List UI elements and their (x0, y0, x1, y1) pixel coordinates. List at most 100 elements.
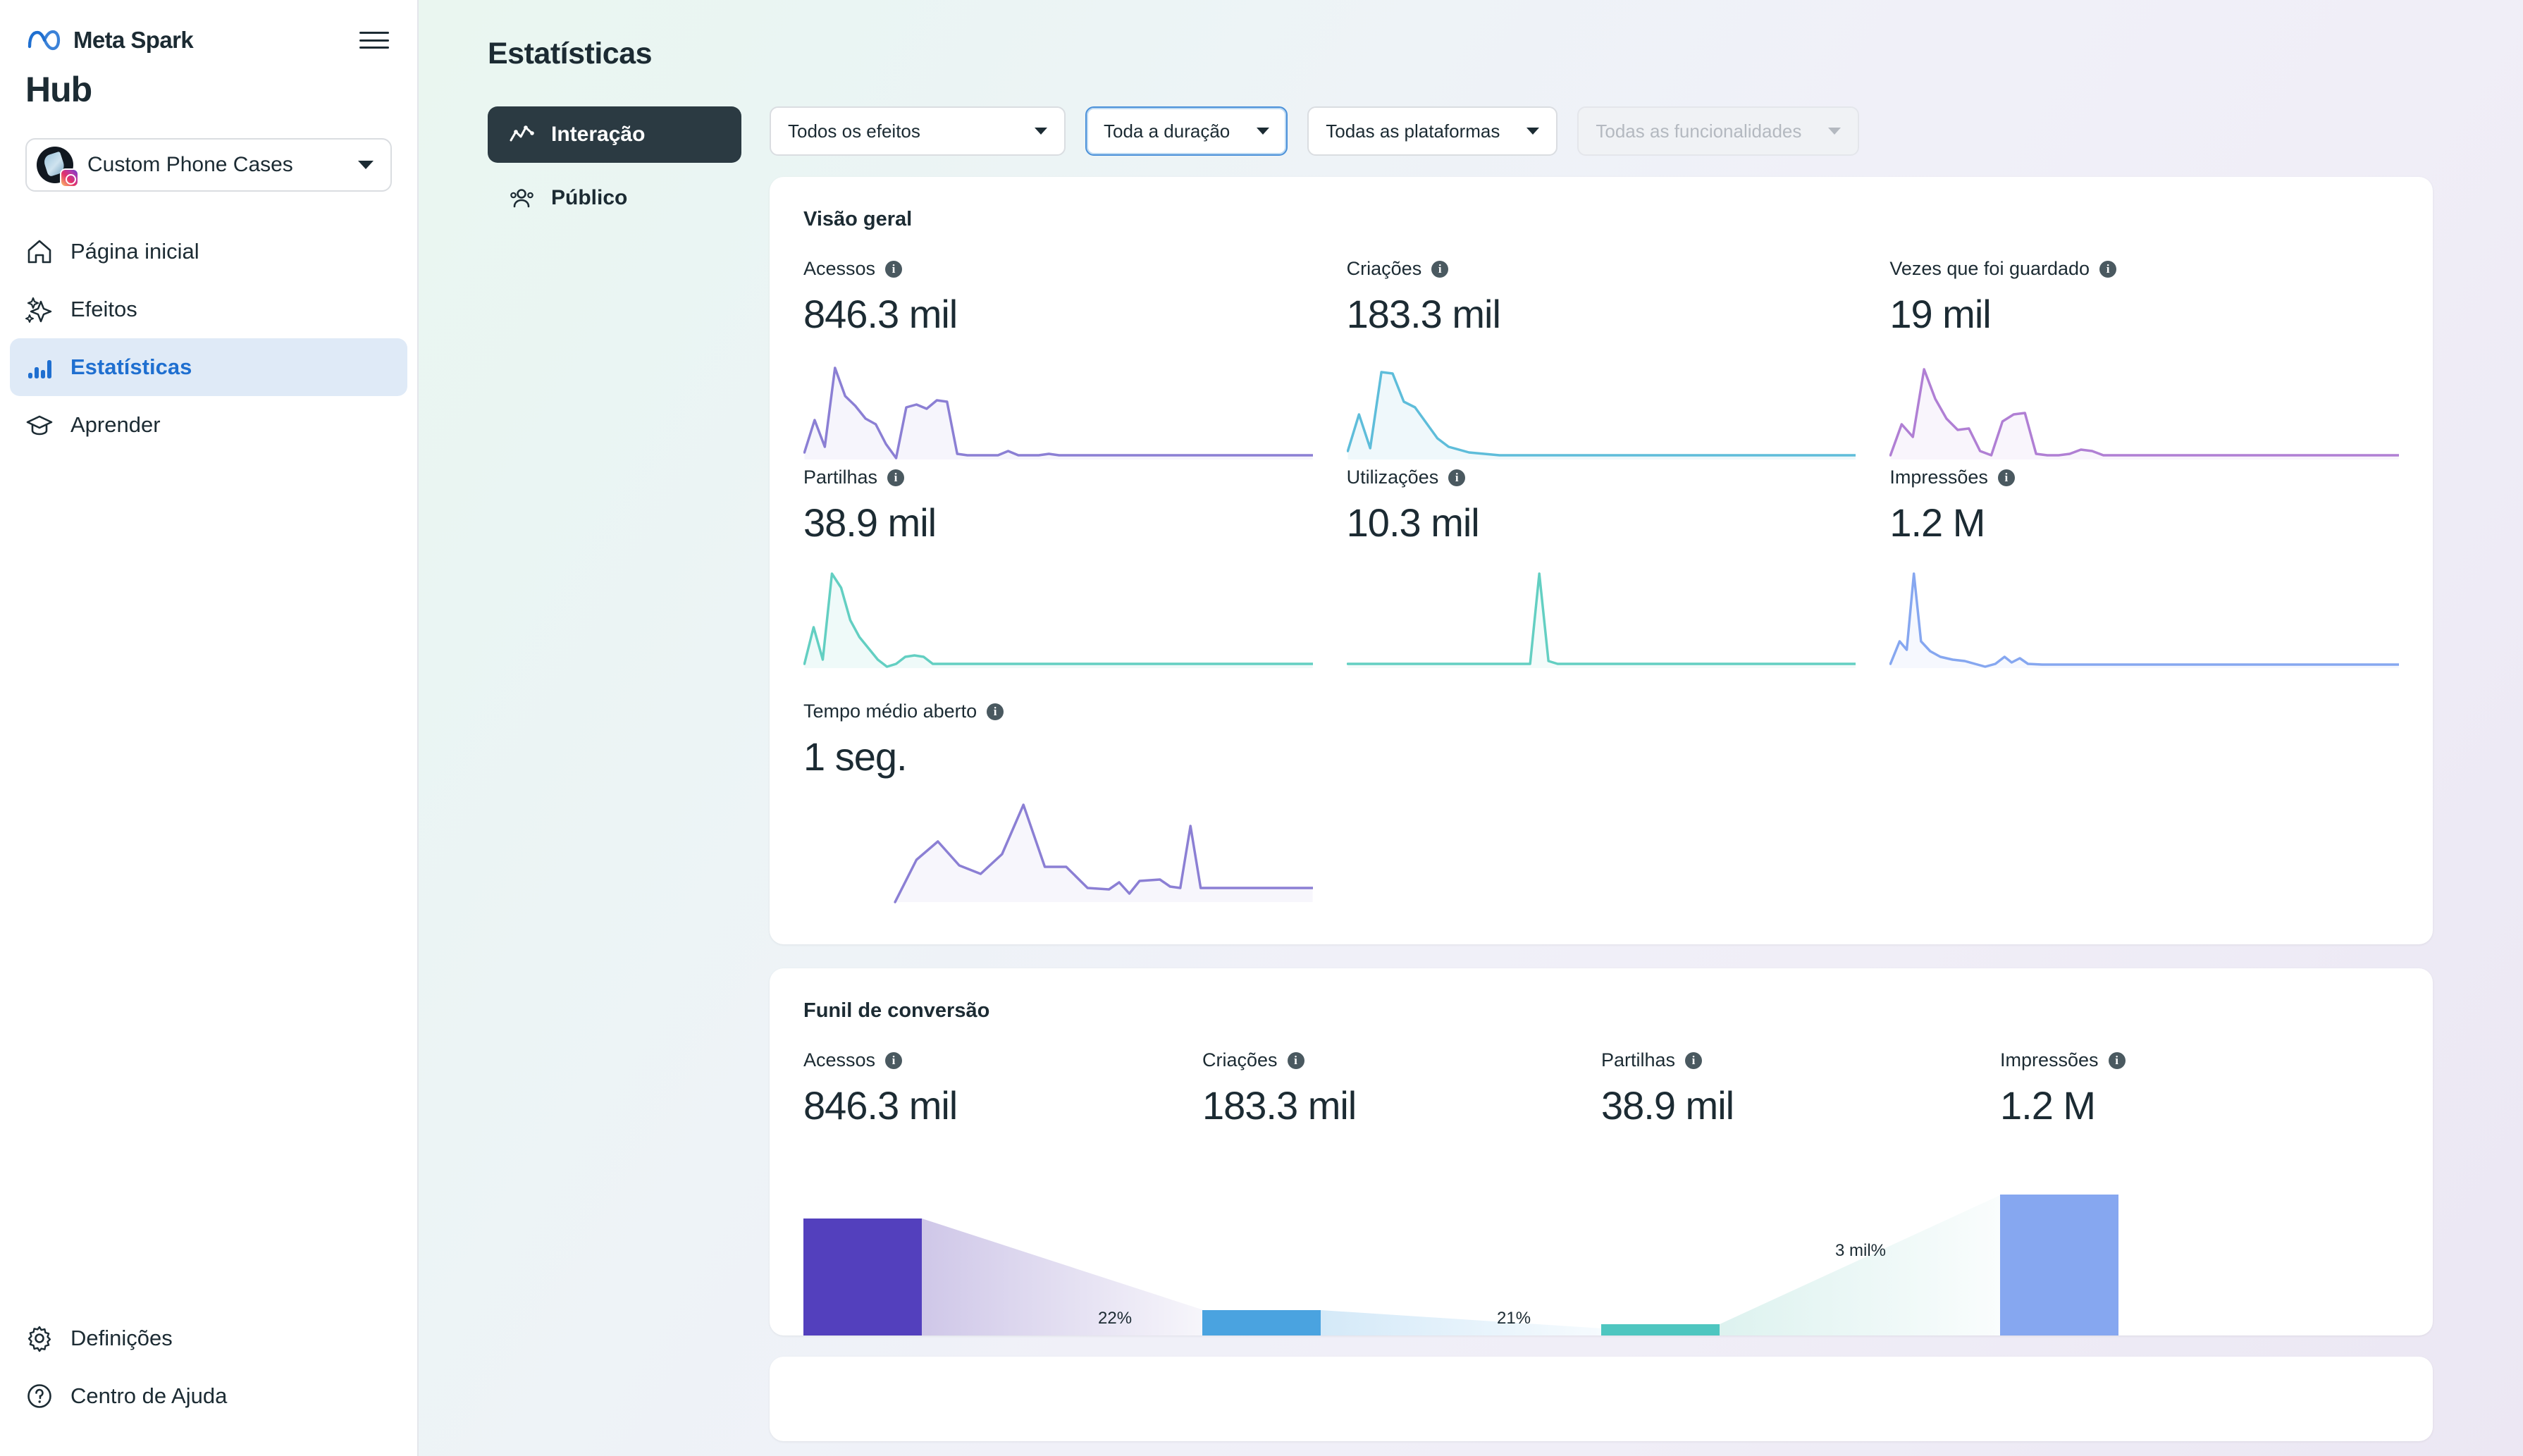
gear-icon (27, 1326, 51, 1352)
funnel-rate: 3 mil% (1835, 1241, 1887, 1260)
sidebar-item-centro-de-ajuda[interactable]: Centro de Ajuda (10, 1367, 407, 1425)
funnel-slope (1321, 1310, 1603, 1335)
sidebar-item-aprender[interactable]: Aprender (10, 396, 407, 454)
info-icon[interactable]: i (1685, 1051, 1703, 1069)
metric-vezes-guardado: Vezes que foi guardado i 19 mil (1889, 258, 2399, 467)
chevron-down-icon (1828, 128, 1842, 135)
sidebar-item-estatisticas[interactable]: Estatísticas (10, 338, 407, 396)
sidebar-bottom-nav: Definições Centro de Ajuda (0, 1309, 417, 1456)
info-icon[interactable]: i (2099, 260, 2117, 278)
sidebar-item-label: Estatísticas (70, 354, 192, 379)
sidebar-item-label: Definições (70, 1326, 173, 1350)
sidebar-item-label: Página inicial (70, 239, 199, 264)
info-icon[interactable]: i (1997, 469, 2015, 486)
hamburger-icon[interactable] (359, 29, 389, 51)
account-switcher[interactable]: Custom Phone Cases (25, 138, 392, 192)
instagram-icon (60, 168, 79, 187)
filter-effects[interactable]: Todos os efeitos (770, 106, 1066, 156)
funnel-value: 38.9 mil (1601, 1083, 1734, 1128)
metric-value: 1.2 M (1889, 500, 1985, 545)
metric-value: 38.9 mil (803, 500, 937, 545)
chevron-down-icon (358, 161, 374, 169)
funnel-step-criacoes: Criações i 183.3 mil 21% (1202, 1049, 1603, 1335)
info-icon[interactable]: i (885, 1051, 903, 1069)
account-name: Custom Phone Cases (87, 153, 293, 176)
sidebar-item-definicoes[interactable]: Definições (10, 1309, 407, 1367)
metric-partilhas: Partilhas i 38.9 mil (803, 467, 1313, 675)
sidebar-item-pagina-inicial[interactable]: Página inicial (10, 223, 407, 280)
sidebar-nav: Página inicial Efeitos Estatísticas Apre… (0, 223, 417, 454)
metric-label: Criações (1346, 258, 1422, 279)
tab-publico[interactable]: Público (488, 170, 741, 226)
funnel-grid: Acessos i 846.3 mil 22% Criações i 183.3… (803, 1049, 2399, 1335)
tab-interacao[interactable]: Interação (488, 106, 741, 163)
chevron-down-icon (1035, 128, 1047, 135)
funnel-bar (2000, 1195, 2118, 1335)
chevron-down-icon (1257, 128, 1270, 135)
info-icon[interactable]: i (987, 703, 1004, 720)
sparkline-impressoes (1889, 564, 2399, 668)
info-icon[interactable]: i (1287, 1051, 1304, 1069)
metric-tempo-medio-aberto: Tempo médio aberto i 1 seg. (803, 701, 1313, 909)
funnel-card: Funil de conversão Acessos i 846.3 mil 2… (770, 968, 2433, 1335)
funnel-label: Partilhas (1601, 1049, 1676, 1071)
funnel-rate: 22% (1098, 1309, 1133, 1328)
metric-utilizacoes: Utilizações i 10.3 mil (1347, 467, 1856, 675)
filter-label: Todos os efeitos (788, 120, 920, 142)
info-icon[interactable]: i (887, 469, 905, 486)
chevron-down-icon (1526, 128, 1540, 135)
metric-value: 19 mil (1889, 292, 1991, 336)
filter-platforms[interactable]: Todas as plataformas (1307, 106, 1558, 156)
funnel-label: Criações (1202, 1049, 1278, 1071)
graduation-cap-icon (26, 415, 53, 436)
metric-label: Partilhas (803, 467, 878, 488)
funnel-value: 846.3 mil (803, 1083, 958, 1128)
sparkline-criacoes (1347, 355, 1856, 459)
avatar (37, 147, 79, 187)
funnel-bar (1202, 1310, 1321, 1335)
metric-value: 846.3 mil (803, 292, 958, 336)
funnel-step-partilhas: Partilhas i 38.9 mil 3 mil% (1601, 1049, 2001, 1335)
funnel-label: Impressões (2000, 1049, 2099, 1071)
next-card-stub (770, 1357, 2433, 1441)
metric-impressoes: Impressões i 1.2 M (1889, 467, 2399, 675)
metric-label: Utilizações (1346, 467, 1439, 488)
overview-metric-grid: Acessos i 846.3 mil Criações i 183.3 mil… (803, 258, 2399, 909)
info-icon[interactable]: i (1431, 260, 1449, 278)
metric-acessos: Acessos i 846.3 mil (803, 258, 1313, 467)
help-circle-icon (27, 1384, 51, 1408)
sidebar-brand-row: Meta Spark (0, 0, 417, 54)
funnel-value: 1.2 M (2000, 1083, 2096, 1128)
funnel-bar (803, 1219, 922, 1335)
metric-label: Tempo médio aberto (803, 701, 977, 722)
sidebar-item-efeitos[interactable]: Efeitos (10, 280, 407, 338)
sidebar-item-label: Centro de Ajuda (70, 1383, 228, 1408)
funnel-step-impressoes: Impressões i 1.2 M (2000, 1049, 2399, 1335)
info-icon[interactable]: i (2108, 1051, 2126, 1069)
funnel-step-acessos: Acessos i 846.3 mil 22% (803, 1049, 1204, 1335)
stats-tab-rail: Interação Público (488, 106, 770, 1441)
filter-duration[interactable]: Toda a duração (1085, 106, 1288, 156)
metric-label: Acessos (803, 258, 876, 279)
info-icon[interactable]: i (1448, 469, 1466, 486)
people-icon (510, 189, 533, 208)
hub-title: Hub (25, 70, 92, 109)
filter-label: Todas as funcionalidades (1596, 120, 1802, 142)
meta-logo-icon (27, 30, 61, 51)
metric-label: Vezes que foi guardado (1889, 258, 2090, 279)
brand-label: Meta Spark (73, 27, 194, 53)
main-content: Estatísticas Interação Público Todos os … (419, 0, 2523, 1456)
sparkline-utilizacoes (1347, 564, 1856, 668)
sidebar: Meta Spark Hub Custom Phone Cases Página… (0, 0, 419, 1456)
sparkline-tempo-medio (804, 798, 1313, 903)
filter-label: Toda a duração (1104, 120, 1230, 142)
filter-features: Todas as funcionalidades (1577, 106, 1860, 156)
funnel-value: 183.3 mil (1202, 1083, 1357, 1128)
info-icon[interactable]: i (885, 260, 903, 278)
sparkline-acessos (803, 355, 1313, 459)
metric-value: 183.3 mil (1346, 292, 1501, 336)
sparkles-icon (25, 297, 52, 323)
overview-card: Visão geral Acessos i 846.3 mil Criações… (770, 177, 2433, 944)
sparkline-partilhas (803, 564, 1313, 668)
home-icon (27, 240, 51, 264)
